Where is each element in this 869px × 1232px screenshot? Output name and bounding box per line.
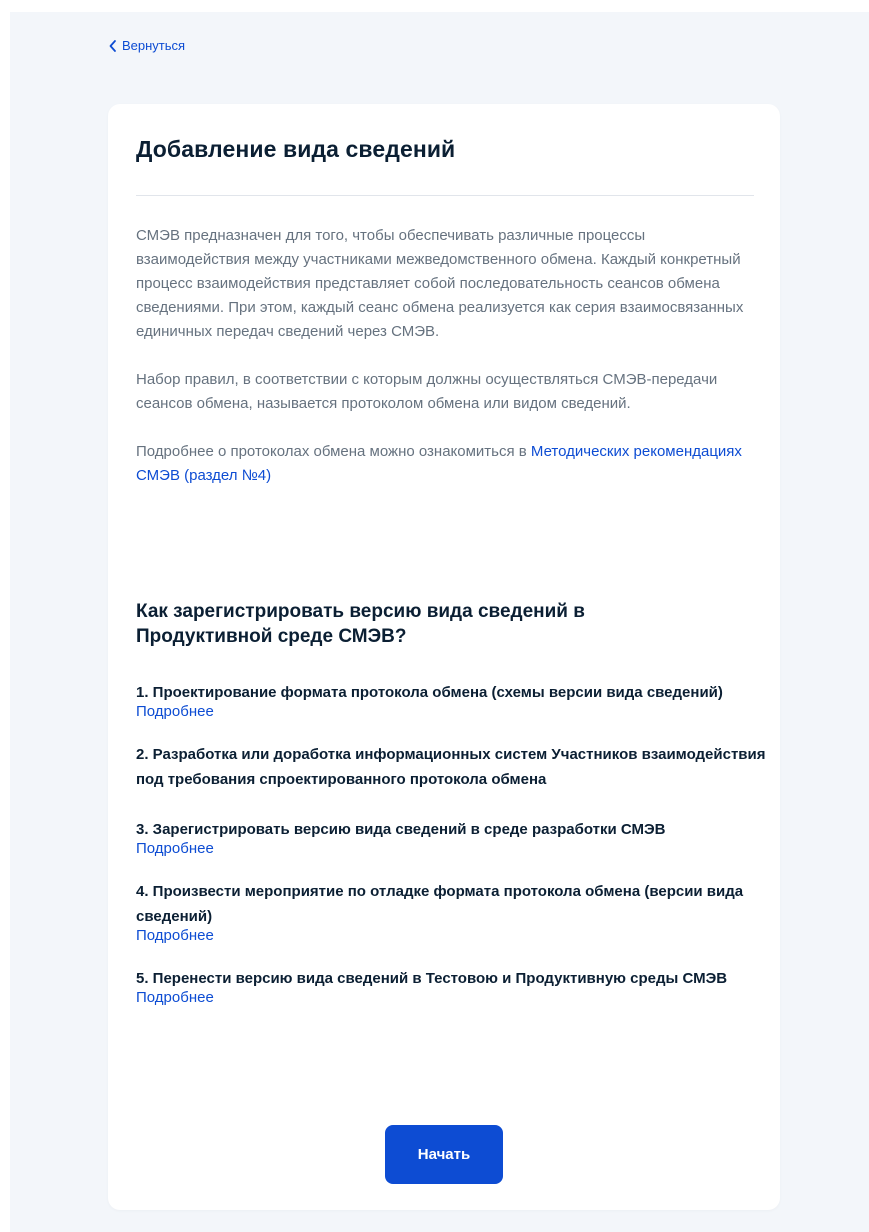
step-title: 4. Произвести мероприятие по отладке фор…	[136, 883, 744, 925]
step-title: 5. Перенести версию вида сведений в Тест…	[136, 970, 728, 987]
title-divider	[136, 195, 754, 196]
page-title: Добавление вида сведений	[136, 136, 456, 162]
step-title: 2. Разработка или доработка информационн…	[136, 746, 766, 788]
more-info-paragraph: Подробнее о протоколах обмена можно озна…	[136, 440, 761, 488]
step-item: 1. Проектирование формата протокола обме…	[136, 680, 766, 721]
start-button[interactable]: Начать	[385, 1125, 503, 1184]
step-details-link[interactable]: Подробнее	[136, 840, 766, 858]
content-card: Добавление вида сведений СМЭВ предназнач…	[108, 104, 780, 1210]
intro-text: СМЭВ предназначен для того, чтобы обеспе…	[136, 224, 761, 512]
step-item: 3. Зарегистрировать версию вида сведений…	[136, 817, 766, 858]
steps-list: 1. Проектирование формата протокола обме…	[136, 680, 766, 1028]
step-details-link[interactable]: Подробнее	[136, 927, 766, 945]
section-title: Как зарегистрировать версию вида сведени…	[136, 601, 585, 647]
back-link-label: Вернуться	[122, 38, 186, 53]
chevron-left-icon	[108, 39, 118, 53]
step-details-link[interactable]: Подробнее	[136, 703, 766, 721]
step-item: 5. Перенести версию вида сведений в Тест…	[136, 966, 766, 1007]
intro-paragraph: Набор правил, в соответствии с которым д…	[136, 371, 718, 412]
step-title: 1. Проектирование формата протокола обме…	[136, 684, 723, 701]
more-info-text: Подробнее о протоколах обмена можно озна…	[136, 443, 531, 460]
step-item: 4. Произвести мероприятие по отладке фор…	[136, 879, 766, 945]
step-item: 2. Разработка или доработка информационн…	[136, 742, 766, 792]
intro-paragraph: СМЭВ предназначен для того, чтобы обеспе…	[136, 227, 744, 340]
back-link[interactable]: Вернуться	[108, 38, 185, 53]
step-details-link[interactable]: Подробнее	[136, 989, 766, 1007]
step-title: 3. Зарегистрировать версию вида сведений…	[136, 821, 666, 838]
